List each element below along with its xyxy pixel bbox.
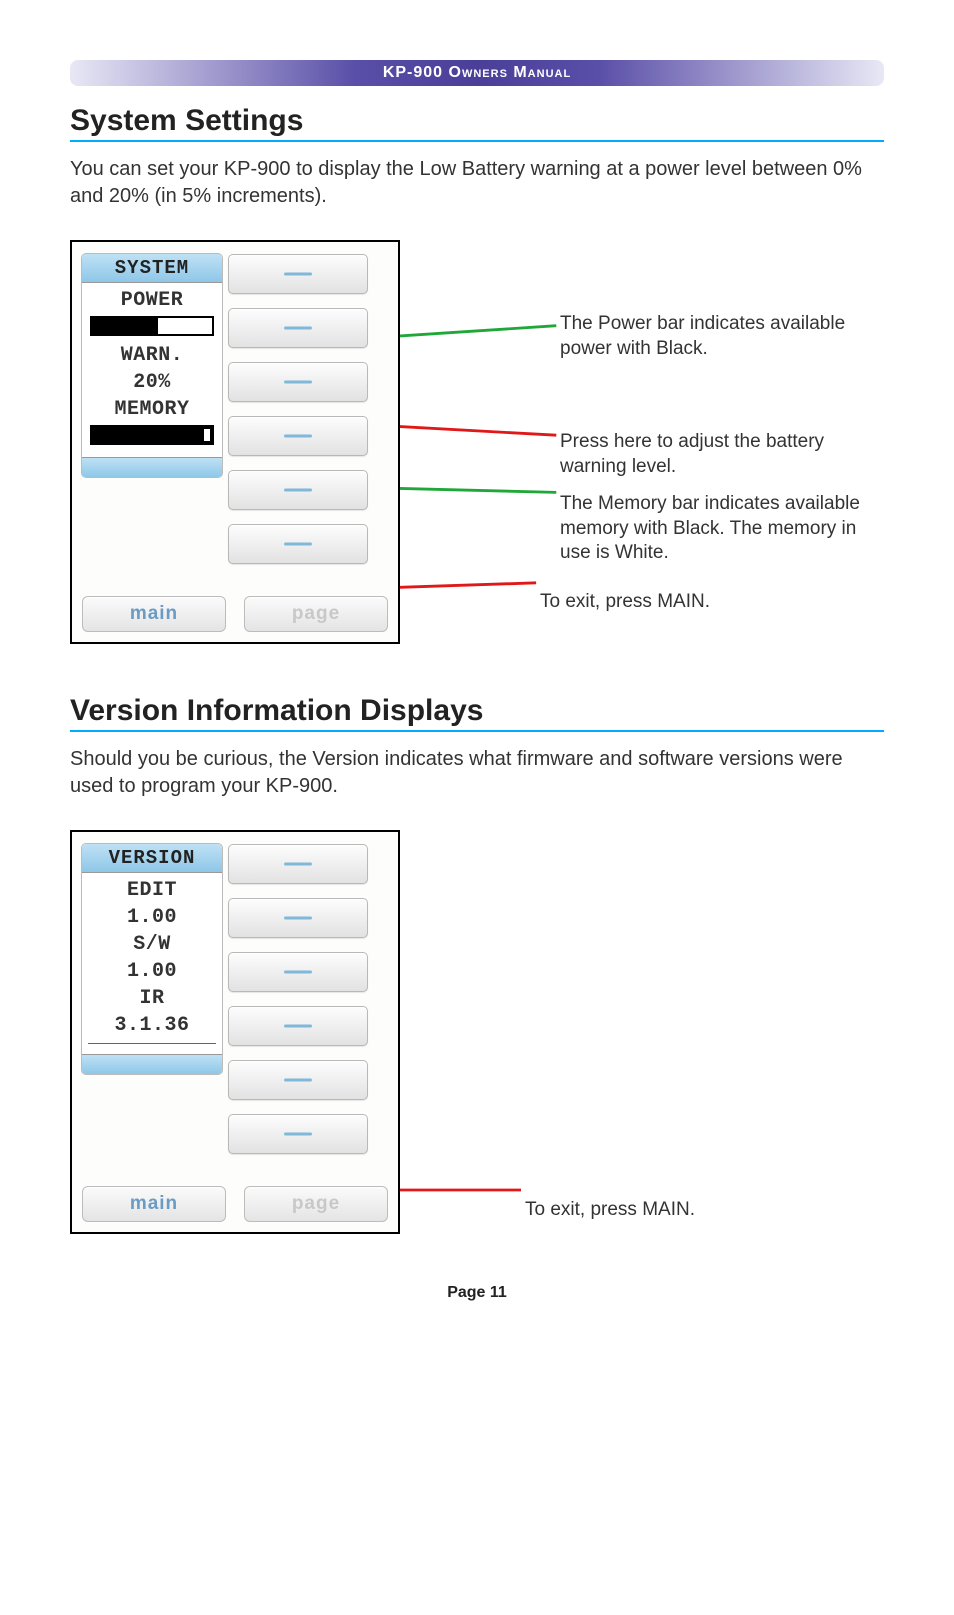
power-bar — [90, 316, 214, 336]
callout-exit-main-1: To exit, press MAIN. — [540, 590, 710, 615]
system-annotations: The Power bar indicates available power … — [400, 240, 884, 640]
page-button[interactable]: page — [244, 596, 388, 632]
lcd-label-sw: S/W — [88, 931, 216, 958]
section1-intro: You can set your KP-900 to display the L… — [70, 156, 884, 210]
lcd-footer-blank-2 — [82, 1054, 222, 1074]
lcd-screen-version: VERSION EDIT 1.00 S/W 1.00 IR 3.1.36 — [82, 844, 222, 1074]
section-title-system-settings: System Settings — [70, 104, 884, 142]
lcd-header: SYSTEM — [82, 254, 222, 283]
section2-intro: Should you be curious, the Version indic… — [70, 746, 884, 800]
callout-memory-bar: The Memory bar indicates available memor… — [560, 492, 880, 566]
callout-power-bar: The Power bar indicates available power … — [560, 312, 880, 361]
lcd-footer-blank — [82, 457, 222, 477]
section-title-version-info: Version Information Displays — [70, 694, 884, 732]
side-button-2[interactable] — [228, 308, 368, 348]
lcd-screen-system: SYSTEM POWER WARN. 20% MEMORY — [82, 254, 222, 477]
side-button-b3[interactable] — [228, 952, 368, 992]
lcd-label-edit: EDIT — [88, 877, 216, 904]
lcd-label-warn: WARN. — [88, 342, 216, 369]
lcd-label-power: POWER — [88, 287, 216, 314]
version-annotations: To exit, press MAIN. — [400, 830, 884, 1230]
callout-exit-main-2: To exit, press MAIN. — [525, 1198, 695, 1223]
lcd-label-pct: 20% — [88, 369, 216, 396]
page-button-2[interactable]: page — [244, 1186, 388, 1222]
side-button-1[interactable] — [228, 254, 368, 294]
side-button-b4[interactable] — [228, 1006, 368, 1046]
system-settings-diagram: SYSTEM POWER WARN. 20% MEMORY — [70, 240, 884, 644]
manual-header-banner: KP-900 Owners Manual — [70, 60, 884, 86]
memory-bar-free — [202, 429, 210, 441]
lcd-value-edit: 1.00 — [88, 904, 216, 931]
lcd-label-ir: IR — [88, 985, 216, 1012]
side-button-3[interactable] — [228, 362, 368, 402]
lcd-label-memory: MEMORY — [88, 396, 216, 423]
main-button-2[interactable]: main — [82, 1186, 226, 1222]
lcd-value-ir: 3.1.36 — [88, 1012, 216, 1044]
side-button-b1[interactable] — [228, 844, 368, 884]
side-button-b5[interactable] — [228, 1060, 368, 1100]
side-button-b2[interactable] — [228, 898, 368, 938]
version-info-diagram: VERSION EDIT 1.00 S/W 1.00 IR 3.1.36 — [70, 830, 884, 1234]
side-button-6[interactable] — [228, 524, 368, 564]
memory-bar — [90, 425, 214, 445]
banner-prefix: KP-900 — [383, 64, 449, 81]
side-button-b6[interactable] — [228, 1114, 368, 1154]
arrow-layer-2 — [400, 830, 884, 1230]
page-number: Page 11 — [70, 1284, 884, 1302]
side-button-4[interactable] — [228, 416, 368, 456]
lcd-value-sw: 1.00 — [88, 958, 216, 985]
main-button[interactable]: main — [82, 596, 226, 632]
callout-adjust-warning: Press here to adjust the battery warning… — [560, 430, 880, 479]
device-panel-version: VERSION EDIT 1.00 S/W 1.00 IR 3.1.36 — [70, 830, 400, 1234]
power-bar-fill — [92, 318, 158, 334]
lcd-header-version: VERSION — [82, 844, 222, 873]
banner-small: Owners Manual — [449, 64, 572, 81]
device-panel-system: SYSTEM POWER WARN. 20% MEMORY — [70, 240, 400, 644]
side-button-5[interactable] — [228, 470, 368, 510]
